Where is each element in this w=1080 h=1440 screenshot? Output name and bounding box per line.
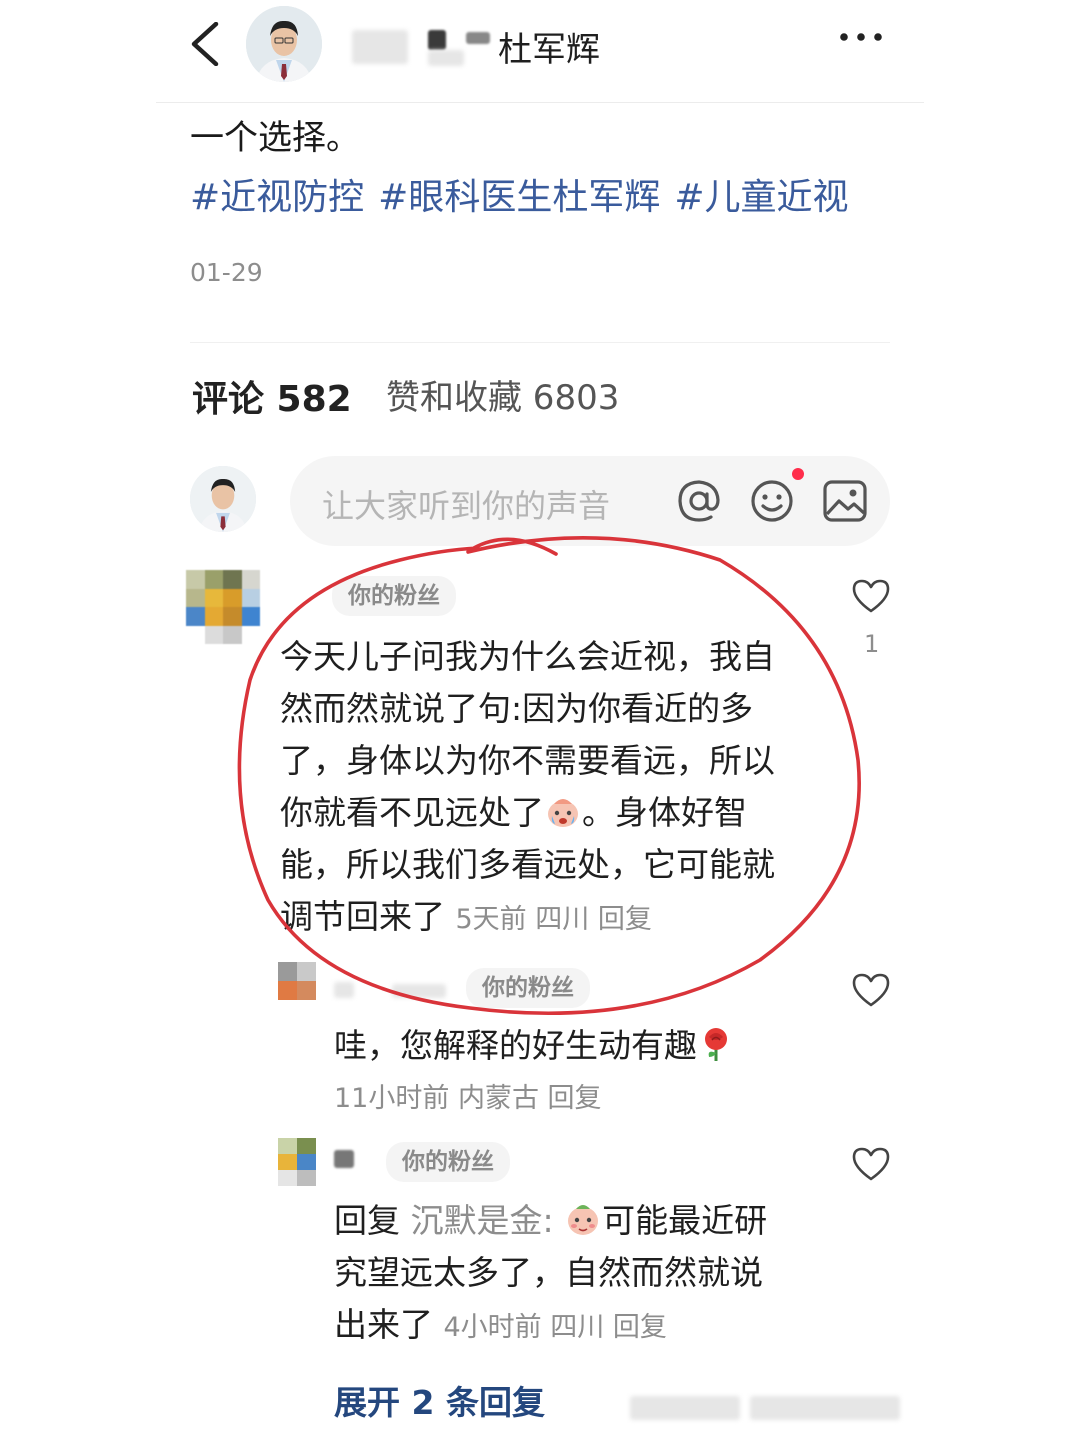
shy-face-emoji-icon: [568, 1205, 599, 1235]
notification-dot: [792, 468, 804, 480]
post-tags: #近视防控 #眼科医生杜军辉 #儿童近视: [190, 168, 863, 220]
redacted-name-block: [466, 32, 490, 44]
likes-collects-tab[interactable]: 赞和收藏 6803: [386, 370, 619, 419]
comment-meta[interactable]: 4小时前 四川 回复: [444, 1312, 667, 1343]
emoji-icon[interactable]: [749, 478, 795, 524]
redacted-name-block: [428, 30, 446, 50]
rose-icon: [705, 1028, 727, 1061]
like-count: 1: [864, 630, 880, 658]
redacted-name-block: [428, 50, 464, 66]
post-date: 01-29: [190, 258, 263, 287]
comment-text: 哇，您解释的好生动有趣: [334, 1020, 735, 1072]
reply-to-name[interactable]: 沉默是金:: [411, 1201, 554, 1240]
redacted-name-block: [334, 982, 354, 998]
my-avatar: [190, 466, 256, 532]
heart-icon[interactable]: [851, 578, 891, 614]
back-icon[interactable]: [186, 22, 226, 66]
comment-meta[interactable]: 11小时前 内蒙古 回复: [334, 1076, 602, 1115]
fan-badge: 你的粉丝: [332, 576, 456, 616]
hashtag-link[interactable]: #近视防控: [190, 177, 364, 218]
section-divider: [190, 342, 890, 343]
expand-replies-button[interactable]: 展开 2 条回复: [334, 1376, 545, 1424]
hashtag-link[interactable]: #眼科医生杜军辉: [378, 177, 660, 218]
redacted-name-block: [392, 984, 446, 998]
commenter-avatar[interactable]: [278, 1138, 316, 1186]
image-icon[interactable]: [822, 478, 868, 524]
author-avatar[interactable]: [246, 6, 322, 82]
more-icon[interactable]: [838, 30, 884, 44]
crying-emoji-icon: [548, 799, 578, 827]
comment-text: 回复 沉默是金: 可能最近研 究望远太多了，自然而然就说 出来了 4小时前 四川…: [334, 1201, 768, 1344]
header-divider: [156, 102, 924, 103]
comment-input-placeholder[interactable]: 让大家听到你的声音: [322, 481, 610, 527]
comment-meta[interactable]: 5天前 四川 回复: [456, 904, 652, 935]
post-text: 一个选择。: [190, 118, 360, 158]
heart-icon[interactable]: [851, 972, 891, 1008]
redacted-watermark-block: [630, 1396, 740, 1420]
redacted-name-block: [352, 30, 408, 64]
comment-text: 今天儿子问我为什么会近视，我自 然而然就说了句:因为你看近的多 了，身体以为你不…: [280, 637, 775, 936]
commenter-avatar[interactable]: [278, 962, 316, 1000]
redacted-watermark-block: [750, 1396, 900, 1420]
redacted-name-block: [334, 1150, 354, 1168]
commenter-avatar[interactable]: [186, 570, 260, 644]
author-name[interactable]: 杜军辉: [498, 22, 600, 71]
fan-badge: 你的粉丝: [386, 1142, 510, 1182]
fan-badge: 你的粉丝: [466, 968, 590, 1008]
heart-icon[interactable]: [851, 1146, 891, 1182]
hashtag-link[interactable]: #儿童近视: [674, 177, 848, 218]
at-icon[interactable]: [676, 478, 722, 524]
comments-count-tab[interactable]: 评论 582: [192, 370, 352, 422]
